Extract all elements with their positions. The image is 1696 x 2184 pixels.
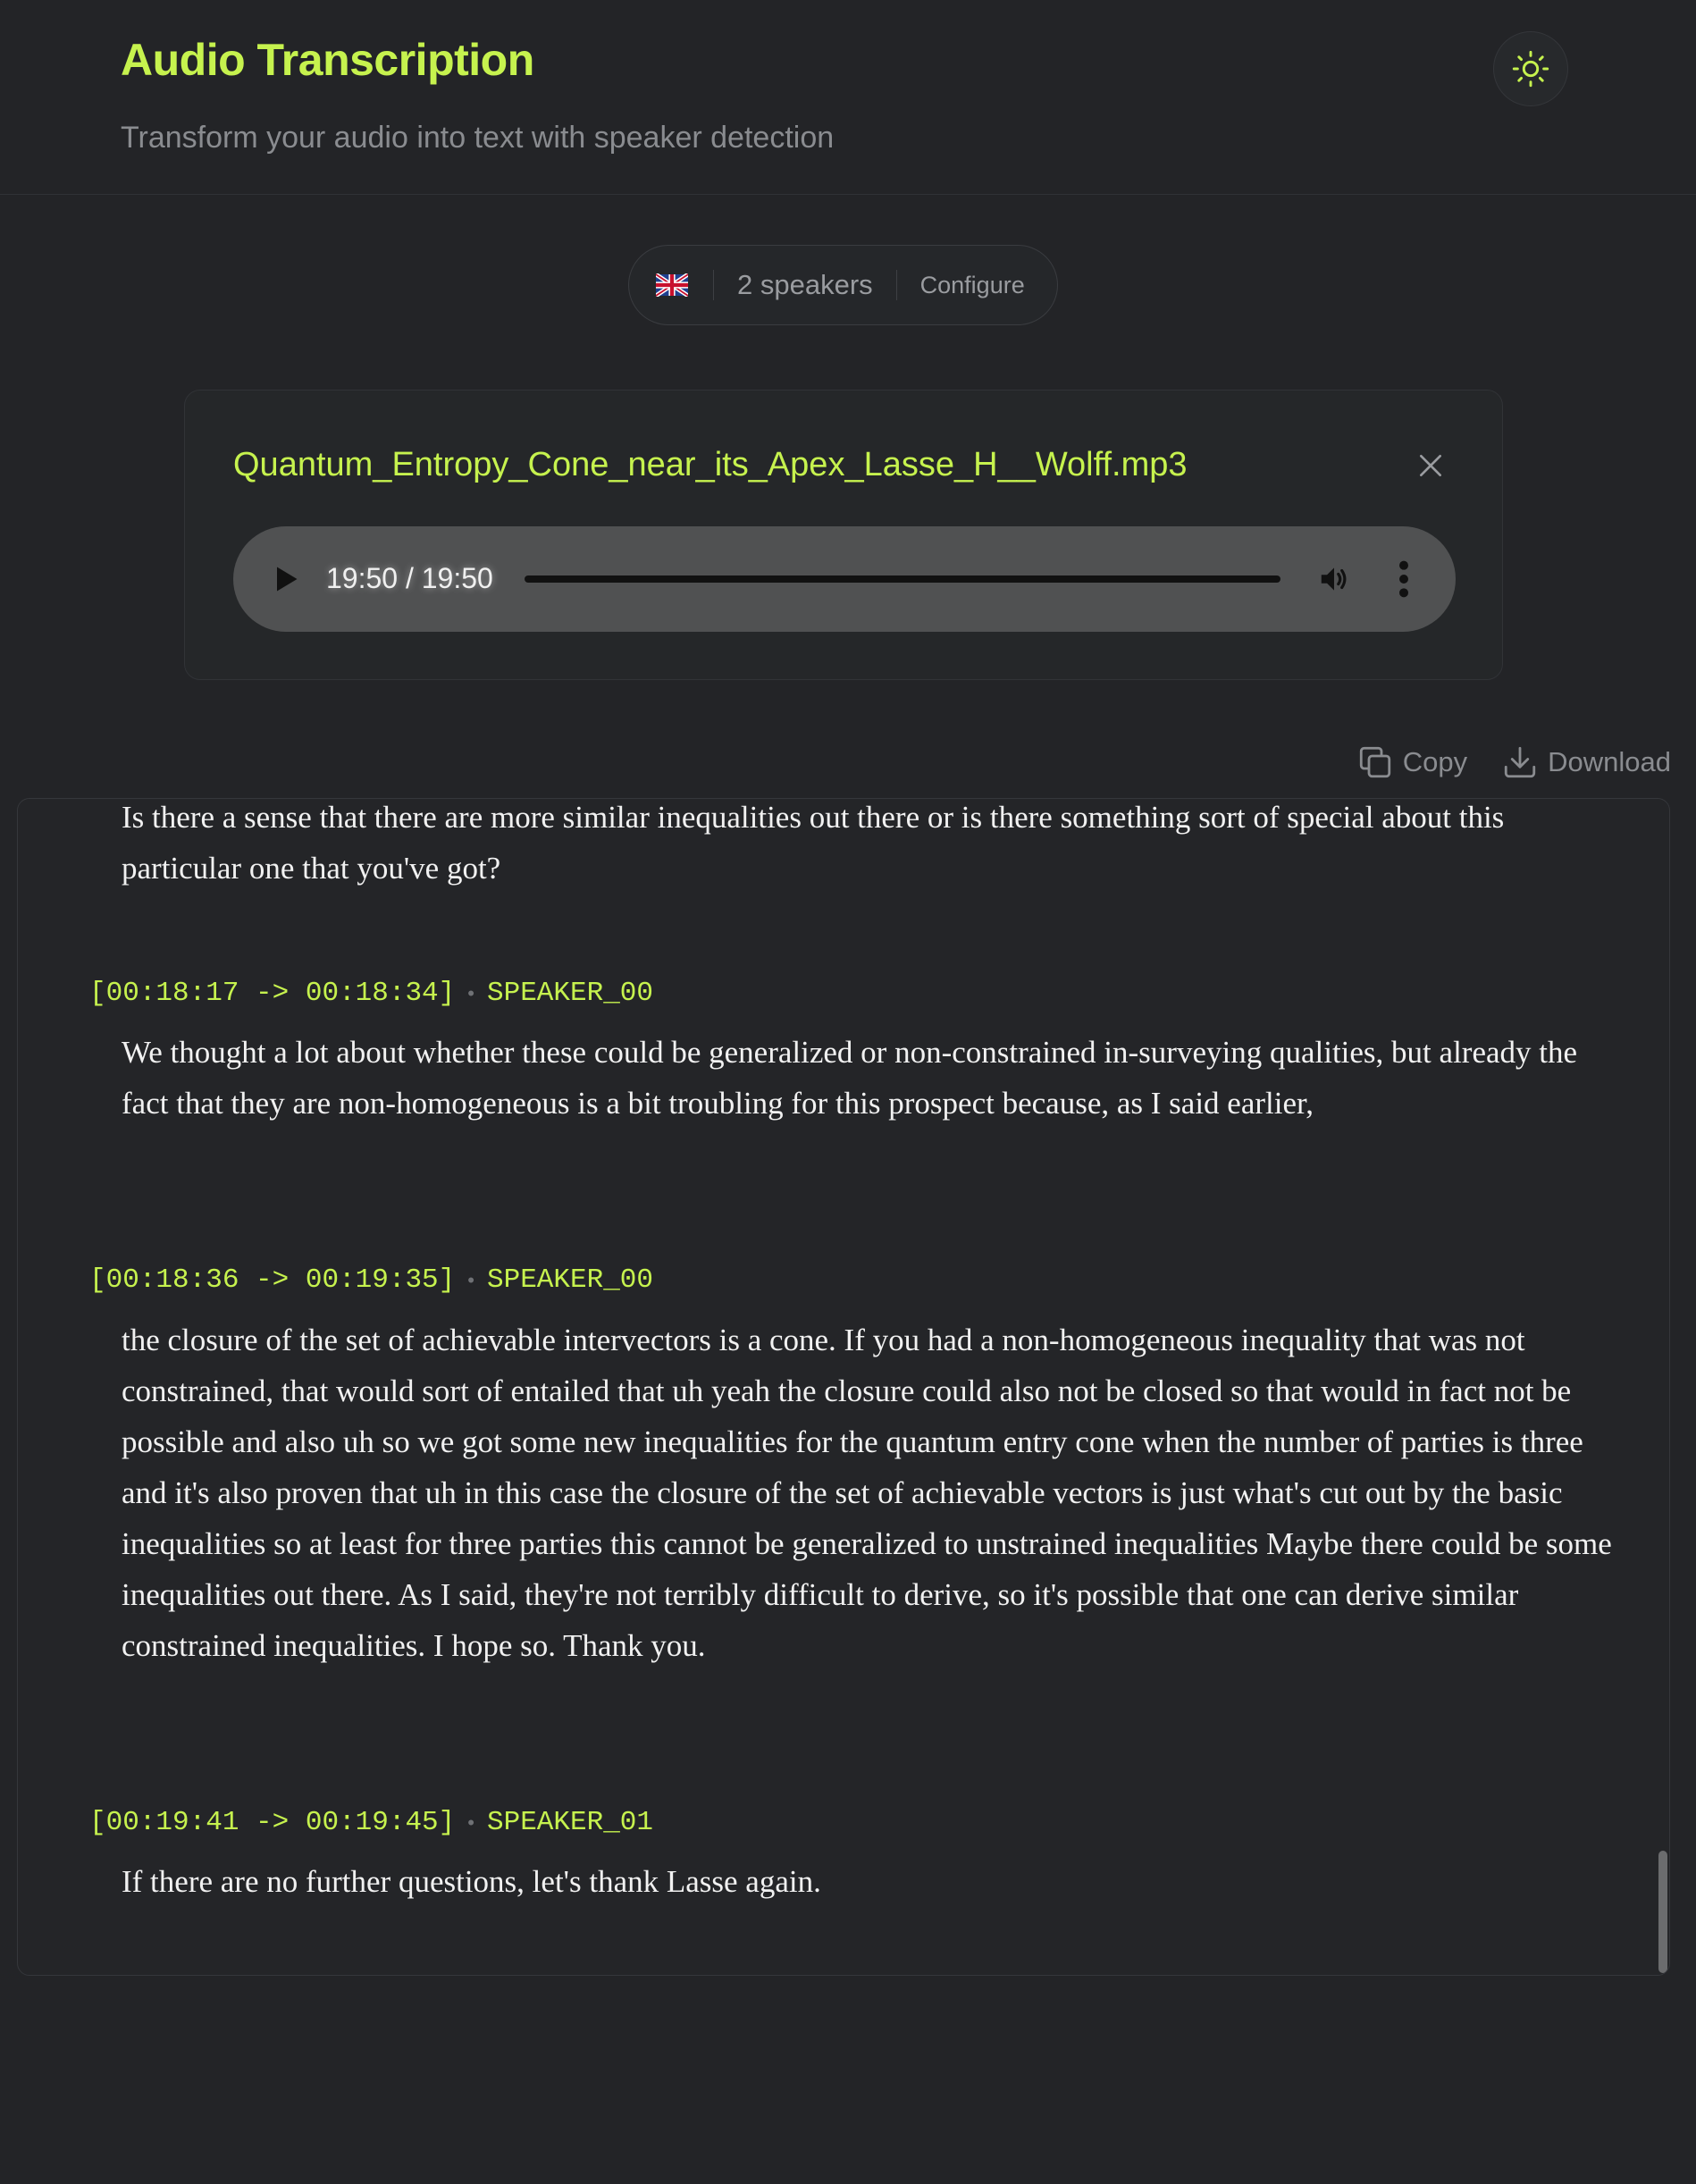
speaker-label: SPEAKER_00 bbox=[486, 1264, 654, 1296]
copy-icon bbox=[1359, 746, 1390, 778]
segment-timestamp: [00:19:41 -> 00:19:45] bbox=[89, 1807, 456, 1838]
segment-text: We thought a lot about whether these cou… bbox=[122, 1035, 1578, 1121]
divider bbox=[713, 270, 714, 300]
playback-time: 19:50 / 19:50 bbox=[326, 562, 493, 594]
remove-file-button[interactable] bbox=[1415, 449, 1447, 482]
separator-dot: • bbox=[467, 981, 474, 1004]
play-icon[interactable] bbox=[269, 562, 301, 596]
sun-icon bbox=[1512, 50, 1549, 88]
segment-header: [00:18:17 -> 00:18:34] • SPEAKER_00 bbox=[89, 978, 653, 1009]
segment-header: [00:18:36 -> 00:19:35] • SPEAKER_00 bbox=[89, 1264, 653, 1296]
segment-timestamp: [00:18:36 -> 00:19:35] bbox=[89, 1264, 456, 1296]
segment-text: If there are no further questions, let's… bbox=[122, 1864, 821, 1899]
playback-progress-fill bbox=[525, 575, 1280, 583]
speakers-count[interactable]: 2 speakers bbox=[737, 269, 873, 301]
divider bbox=[895, 270, 897, 300]
audio-player: 19:50 / 19:50 bbox=[233, 526, 1456, 632]
app-header: Audio Transcription Transform your audio… bbox=[0, 0, 1696, 195]
separator-dot: • bbox=[467, 1268, 474, 1291]
playback-progress-bar[interactable] bbox=[525, 575, 1280, 583]
download-button[interactable]: Download bbox=[1501, 743, 1671, 781]
segment-text: the closure of the set of achievable int… bbox=[122, 1323, 1612, 1663]
scrollbar-thumb[interactable] bbox=[1658, 1851, 1667, 1973]
download-icon bbox=[1504, 746, 1536, 778]
transcript-panel[interactable]: Is there a sense that there are more sim… bbox=[17, 798, 1670, 1976]
copy-button[interactable]: Copy bbox=[1356, 743, 1467, 781]
volume-icon[interactable] bbox=[1316, 562, 1352, 596]
audio-file-card: Quantum_Entropy_Cone_near_its_Apex_Lasse… bbox=[184, 390, 1503, 680]
close-icon bbox=[1420, 455, 1441, 476]
more-options-icon[interactable] bbox=[1395, 559, 1413, 600]
transcript-actions: Copy Download bbox=[1356, 743, 1671, 781]
speaker-label: SPEAKER_01 bbox=[486, 1807, 654, 1838]
file-name: Quantum_Entropy_Cone_near_its_Apex_Lasse… bbox=[233, 446, 1188, 483]
theme-toggle-button[interactable] bbox=[1493, 31, 1568, 106]
transcription-settings: 2 speakers Configure bbox=[628, 245, 1058, 325]
app-title: Audio Transcription bbox=[121, 35, 534, 85]
app-subtitle: Transform your audio into text with spea… bbox=[121, 121, 835, 155]
segment-timestamp: [00:18:17 -> 00:18:34] bbox=[89, 978, 456, 1009]
copy-label: Copy bbox=[1402, 746, 1468, 777]
uk-flag-icon[interactable] bbox=[656, 273, 688, 297]
download-label: Download bbox=[1548, 746, 1671, 777]
configure-button[interactable]: Configure bbox=[920, 272, 1025, 299]
segment-text: Is there a sense that there are more sim… bbox=[122, 800, 1505, 886]
speaker-label: SPEAKER_00 bbox=[486, 978, 654, 1009]
segment-header: [00:19:41 -> 00:19:45] • SPEAKER_01 bbox=[89, 1807, 653, 1838]
separator-dot: • bbox=[467, 1810, 474, 1834]
